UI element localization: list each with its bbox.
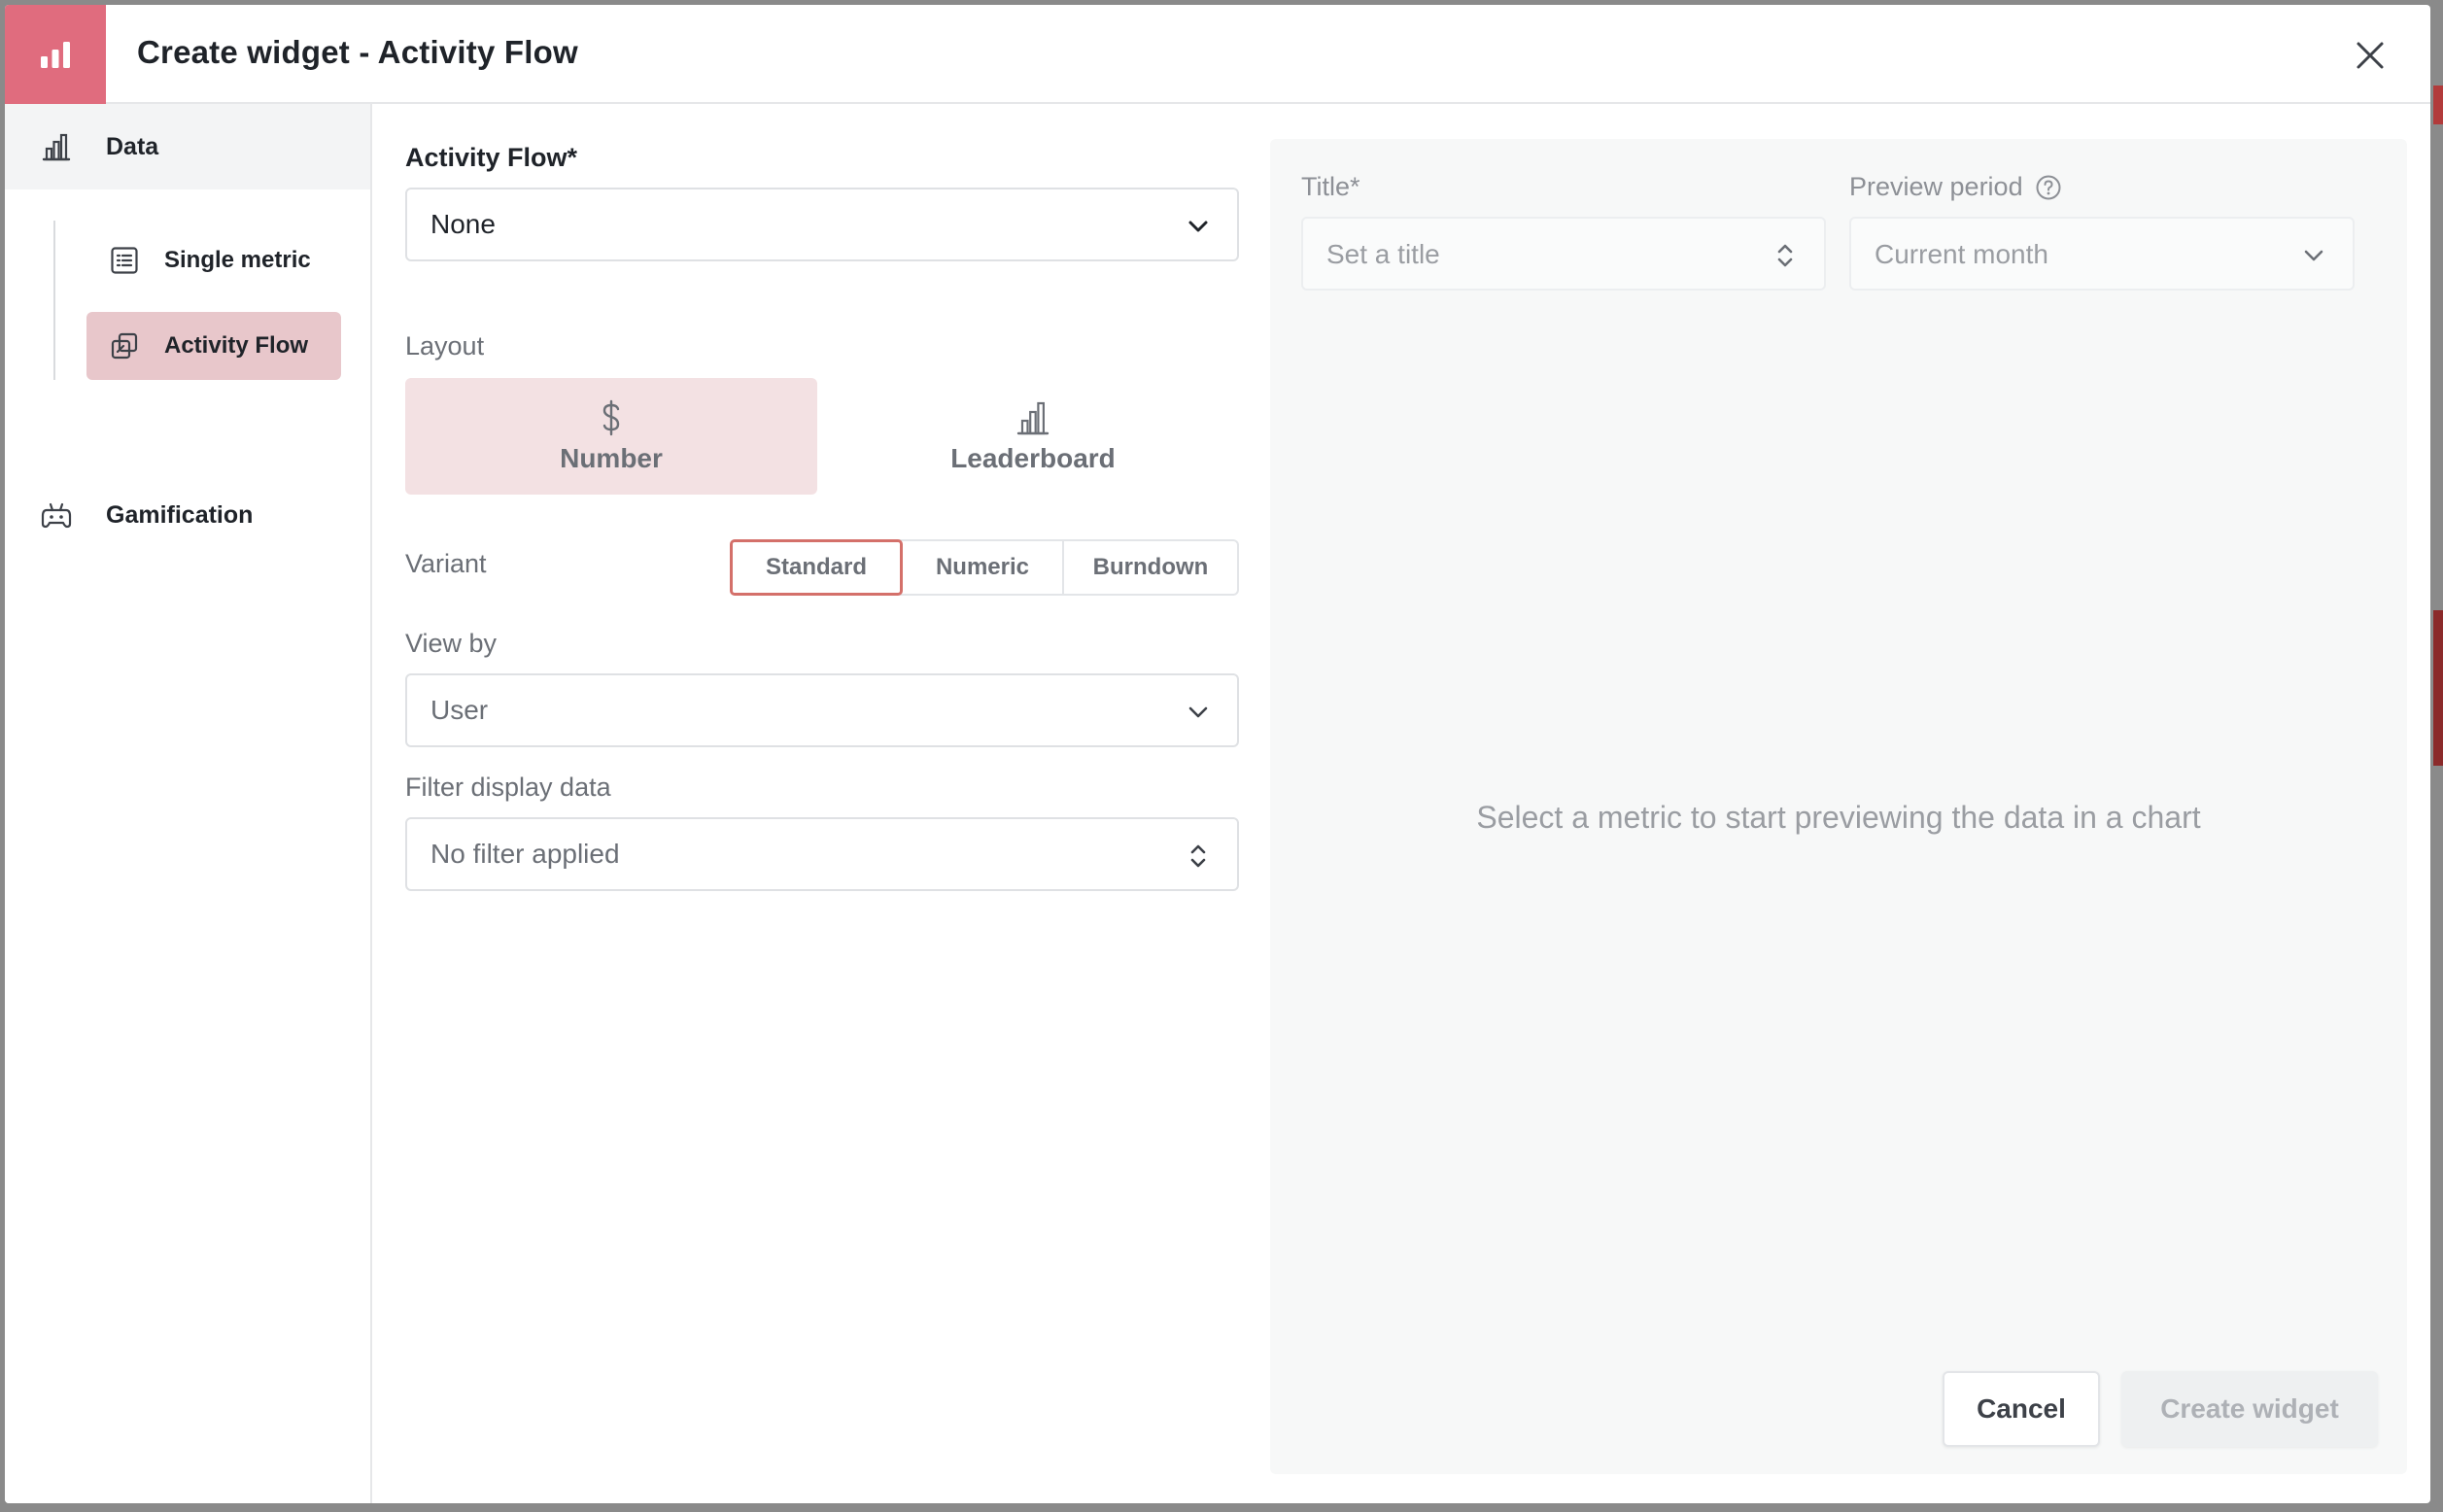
help-circle-icon[interactable] — [2035, 174, 2062, 201]
sidebar-item-label: Single metric — [164, 247, 311, 273]
title-label: Title* — [1301, 172, 1360, 201]
variant-segmented-control: Standard Numeric Burndown — [730, 539, 1239, 596]
gamepad-icon — [40, 498, 73, 532]
background-edge — [2433, 610, 2443, 766]
sidebar-item-gamification[interactable]: Gamification — [5, 481, 370, 549]
list-box-icon — [108, 244, 141, 277]
modal-header: Create widget - Activity Flow — [5, 5, 2430, 104]
sidebar-item-activity-flow[interactable]: Activity Flow — [86, 312, 341, 380]
preview-period-value: Current month — [1875, 239, 2048, 269]
preview-empty-message: Select a metric to start previewing the … — [1476, 800, 2201, 835]
bar-chart-icon — [5, 5, 106, 104]
cancel-button[interactable]: Cancel — [1943, 1371, 2100, 1447]
preview-period-label-group: Preview period — [1849, 172, 2062, 202]
variant-standard-button[interactable]: Standard — [730, 539, 903, 596]
tree-line — [53, 221, 55, 380]
chevron-up-down-icon — [1185, 842, 1212, 870]
view-by-select[interactable]: User — [405, 673, 1239, 747]
activity-flow-value: None — [430, 209, 496, 239]
filter-value: No filter applied — [430, 839, 620, 869]
chevron-down-icon — [1185, 213, 1212, 240]
create-widget-button[interactable]: Create widget — [2121, 1371, 2378, 1447]
bar-chart-outline-icon — [1014, 398, 1052, 437]
preview-period-label: Preview period — [1849, 172, 2023, 201]
modal-title: Create widget - Activity Flow — [137, 34, 578, 70]
layout-option-leaderboard[interactable]: Leaderboard — [827, 378, 1239, 495]
variant-label: Variant — [405, 549, 487, 578]
chevron-down-icon — [2300, 242, 2327, 269]
layout-option-label: Number — [560, 443, 663, 473]
sidebar: Data Single metric Activity Flow Gamific… — [5, 104, 372, 1503]
sidebar-item-label: Gamification — [106, 500, 254, 529]
chevron-down-icon — [1185, 699, 1212, 726]
activity-flow-select[interactable]: None — [405, 188, 1239, 261]
variant-burndown-button[interactable]: Burndown — [1064, 541, 1237, 594]
preview-panel: Title* Set a title Preview period Curren… — [1270, 139, 2407, 1474]
sidebar-item-label: Activity Flow — [164, 332, 309, 359]
filter-select[interactable]: No filter applied — [405, 817, 1239, 891]
title-input[interactable]: Set a title — [1301, 217, 1826, 291]
copy-stack-icon — [108, 329, 141, 362]
layout-option-number[interactable]: Number — [405, 378, 817, 495]
view-by-value: User — [430, 695, 489, 725]
variant-numeric-button[interactable]: Numeric — [903, 541, 1064, 594]
sidebar-item-single-metric[interactable]: Single metric — [86, 226, 341, 294]
layout-label: Layout — [405, 331, 485, 361]
sidebar-item-data[interactable]: Data — [5, 104, 370, 189]
chevron-up-down-icon — [1772, 242, 1799, 269]
background-edge — [2433, 86, 2443, 124]
view-by-label: View by — [405, 629, 498, 658]
filter-label: Filter display data — [405, 773, 611, 802]
dollar-icon — [592, 398, 631, 437]
create-widget-modal: Create widget - Activity Flow Data Singl… — [5, 5, 2430, 1503]
title-placeholder: Set a title — [1326, 239, 1440, 269]
preview-period-select[interactable]: Current month — [1849, 217, 2355, 291]
layout-option-label: Leaderboard — [950, 443, 1116, 473]
close-icon[interactable] — [2349, 34, 2391, 77]
sidebar-item-label: Data — [106, 132, 159, 160]
bar-chart-outline-icon — [40, 130, 73, 163]
activity-flow-label: Activity Flow* — [405, 143, 578, 172]
